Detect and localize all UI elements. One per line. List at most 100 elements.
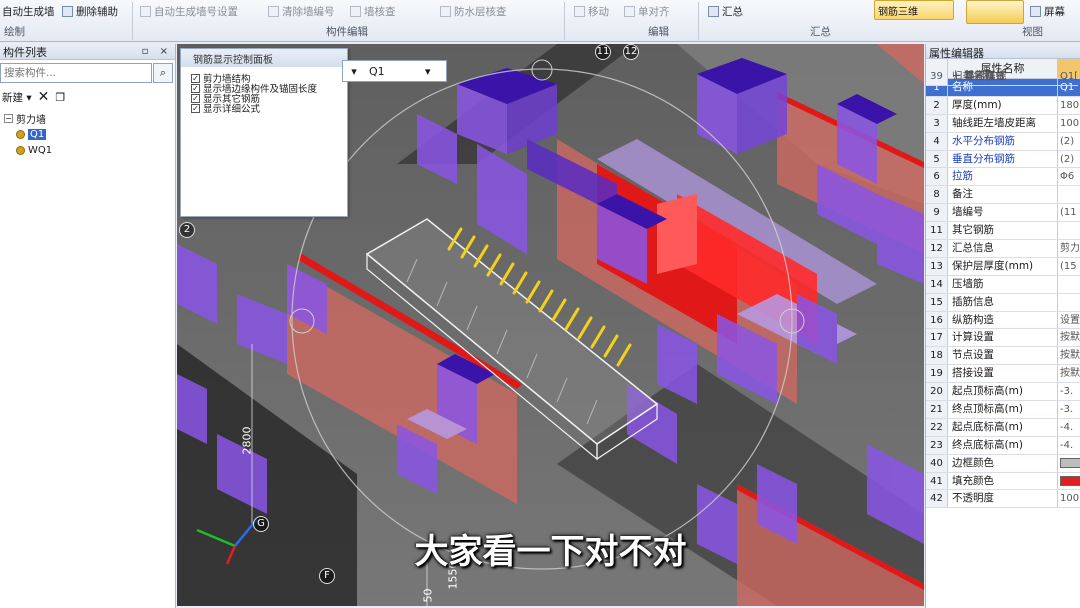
axis-badge-12: 12	[623, 44, 639, 60]
property-name: 保护层厚度(mm)	[948, 257, 1058, 275]
property-row[interactable]: 6 拉筋 Φ6	[926, 168, 1080, 187]
auto-wall-button[interactable]: 自动生成墙	[2, 4, 55, 18]
color-swatch[interactable]	[1060, 457, 1080, 468]
property-value[interactable]: (11	[1058, 204, 1080, 221]
property-value[interactable]: -3.	[1058, 401, 1080, 418]
property-row[interactable]: 14 压墙筋	[926, 275, 1080, 294]
property-value[interactable]: Q1[	[1058, 68, 1078, 85]
screen-button[interactable]: 屏幕	[1030, 4, 1065, 18]
divider	[564, 2, 565, 40]
row-number: 12	[926, 240, 948, 257]
app-window: 自动生成墙 删除辅助 自动生成墙号设置 清除墙编号 墙核查 防水层核查 移动 单…	[0, 0, 1080, 608]
property-name: 厚度(mm)	[948, 96, 1058, 114]
screen-icon	[1030, 5, 1041, 17]
control-panel-title: 钢筋显示控制面板	[181, 49, 347, 67]
video-subtitle: 大家看一下对不对	[414, 532, 687, 572]
copy-icon[interactable]: ❐	[55, 91, 65, 104]
property-value[interactable]	[1058, 68, 1060, 85]
group-summary-label: 汇总	[810, 26, 831, 38]
3d-viewport[interactable]: 钢筋显示控制面板 ✓ 剪力墙结构 ✓ 显示墙边缘构件及锚固长度 ✓ 显示其它钢筋 ✓ 显…	[177, 44, 924, 606]
property-row[interactable]: 39− 显示样式	[926, 68, 1060, 86]
row-number: 22	[926, 418, 948, 436]
property-row[interactable]: 23 终点底标高(m) -4.	[926, 436, 1080, 455]
property-row[interactable]: 9 墙编号 (11	[926, 204, 1080, 223]
property-row[interactable]: 22 起点底标高(m) -4.	[926, 418, 1080, 437]
property-row[interactable]: 4 水平分布钢筋 (2)	[926, 132, 1080, 151]
new-component-button[interactable]: 新建 ▾	[2, 90, 32, 105]
property-value[interactable]: 100	[1058, 115, 1080, 132]
property-row[interactable]: 20 起点顶标高(m) -3.	[926, 383, 1080, 402]
property-value[interactable]: (2)	[1058, 151, 1080, 168]
row-number: 15	[926, 293, 948, 311]
waterproof-check-button[interactable]: 防水层核查	[440, 4, 507, 18]
tree-node-root[interactable]: − 剪力墙	[4, 110, 52, 126]
property-value[interactable]: 按默	[1058, 329, 1080, 346]
property-value[interactable]	[1058, 473, 1080, 490]
dimension-label-2800: 2800	[240, 426, 254, 455]
clear-number-button[interactable]: 清除墙编号	[268, 4, 335, 18]
property-row[interactable]: 2 厚度(mm) 180	[926, 96, 1080, 115]
property-value[interactable]	[1058, 294, 1080, 311]
property-value[interactable]	[1058, 455, 1080, 472]
group-draw-label: 绘制	[4, 26, 25, 38]
property-value[interactable]: 100	[1058, 490, 1080, 507]
component-search-input[interactable]	[0, 63, 152, 83]
property-value[interactable]: -3.	[1058, 383, 1080, 400]
property-value[interactable]: 按默	[1058, 347, 1080, 364]
collapse-icon[interactable]: −	[4, 113, 13, 123]
property-value[interactable]: (2)	[1058, 133, 1080, 150]
property-row[interactable]: 16 纵筋构造 设置	[926, 311, 1080, 330]
property-value[interactable]: 剪力	[1058, 240, 1080, 257]
property-value[interactable]: -4.	[1058, 437, 1080, 454]
property-row[interactable]: 19 搭接设置 按默	[926, 365, 1080, 384]
tree-item-wq1[interactable]: WQ1	[16, 142, 52, 158]
group-view-label: 视图	[1022, 26, 1043, 38]
property-row[interactable]: 5 垂直分布钢筋 (2)	[926, 150, 1080, 169]
property-row[interactable]: 11 其它钢筋	[926, 222, 1080, 241]
property-value[interactable]: Φ6	[1058, 168, 1080, 185]
property-row[interactable]: 42 不透明度 100	[926, 490, 1080, 509]
property-row[interactable]: 15 插筋信息	[926, 293, 1080, 312]
dimension-label-50: 50	[421, 588, 435, 603]
property-value[interactable]: -4.	[1058, 419, 1080, 436]
delete-icon[interactable]: ✕	[38, 89, 50, 105]
view-big-button[interactable]	[966, 0, 1024, 24]
property-row[interactable]: 17 计算设置 按默	[926, 329, 1080, 348]
align-button[interactable]: 单对齐	[624, 4, 670, 18]
component-select[interactable]: ▾ Q1 ▾	[342, 60, 447, 82]
search-icon[interactable]: ⌕	[153, 63, 173, 83]
property-value[interactable]: 按默	[1058, 365, 1080, 382]
row-number: 39	[926, 68, 948, 85]
property-row[interactable]: 18 节点设置 按默	[926, 347, 1080, 366]
property-value[interactable]	[1058, 276, 1080, 293]
property-value[interactable]	[1058, 222, 1080, 239]
summary-icon	[708, 5, 719, 17]
auto-number-button[interactable]: 自动生成墙号设置	[140, 4, 238, 18]
property-row[interactable]: 21 终点顶标高(m) -3.	[926, 401, 1080, 419]
chevron-down-icon[interactable]: ▾	[343, 65, 365, 78]
property-row[interactable]: 41 填充颜色	[926, 472, 1080, 491]
property-name: 拉筋	[948, 168, 1058, 186]
delete-rebar-button[interactable]: 删除辅助	[62, 4, 118, 18]
property-row[interactable]: 13 保护层厚度(mm) (15	[926, 257, 1080, 276]
move-button[interactable]: 移动	[574, 4, 609, 18]
summary-button[interactable]: 汇总	[708, 4, 743, 18]
color-swatch[interactable]	[1060, 475, 1080, 486]
property-value[interactable]	[1058, 186, 1080, 203]
checkbox-detail-formula[interactable]: ✓ 显示详细公式	[191, 103, 347, 115]
property-row[interactable]: 3 轴线距左墙皮距离 100	[926, 114, 1080, 133]
property-value[interactable]: 180	[1058, 97, 1080, 114]
chevron-down-icon[interactable]: ▾	[425, 65, 431, 78]
property-name: 填充颜色	[948, 472, 1058, 490]
pin-close-icons[interactable]: ▫ ×	[142, 46, 172, 57]
tree-item-q1[interactable]: Q1	[16, 126, 52, 142]
property-value[interactable]: (15	[1058, 258, 1080, 275]
property-row[interactable]: 12 汇总信息 剪力	[926, 240, 1080, 258]
property-value[interactable]: 设置	[1058, 312, 1080, 329]
property-row[interactable]: 40 边框颜色	[926, 454, 1080, 473]
move-icon	[574, 5, 585, 17]
check-icon: ✓	[191, 73, 200, 83]
wall-check-button[interactable]: 墙核查	[350, 4, 396, 18]
rebar-3d-button[interactable]: 钢筋三维	[874, 0, 954, 20]
property-row[interactable]: 8 备注	[926, 186, 1080, 205]
